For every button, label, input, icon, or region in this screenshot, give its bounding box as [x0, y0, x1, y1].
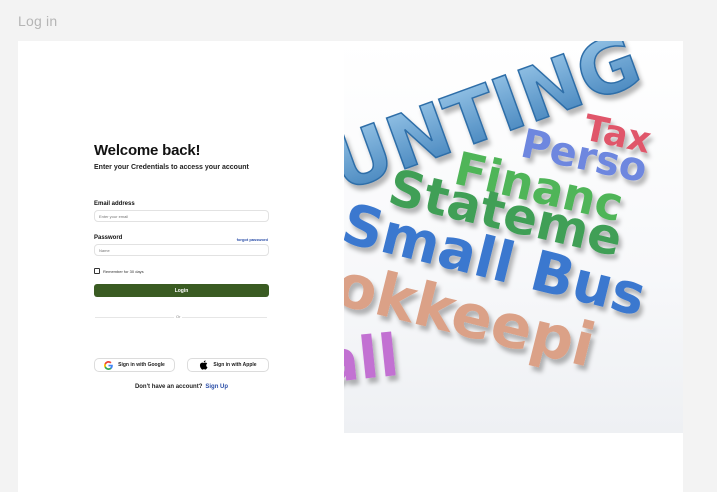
- apple-signin-button[interactable]: Sign in with Apple: [187, 358, 269, 372]
- google-signin-button[interactable]: Sign in with Google: [94, 358, 175, 372]
- remember-row: Remember for 30 days: [94, 268, 144, 274]
- hero-image: UNTING Tax Perso Financ Stateme Small Bu…: [344, 41, 683, 433]
- email-label: Email address: [94, 201, 135, 207]
- signup-link[interactable]: Sign Up: [205, 384, 228, 390]
- email-field[interactable]: [94, 210, 269, 222]
- welcome-subtitle: Enter your Credentials to access your ac…: [94, 164, 249, 171]
- password-label: Password: [94, 235, 123, 241]
- remember-checkbox[interactable]: [94, 268, 100, 274]
- forgot-password-link[interactable]: forgot password: [237, 237, 268, 242]
- signup-row: Don't have an account? Sign Up: [94, 384, 269, 390]
- remember-label: Remember for 30 days: [103, 268, 144, 274]
- apple-icon: [199, 360, 208, 370]
- apple-signin-label: Sign in with Apple: [213, 362, 257, 368]
- google-icon: [104, 360, 113, 370]
- page-label: Log in: [18, 13, 58, 29]
- hero-word-7: all: [344, 321, 402, 397]
- welcome-title: Welcome back!: [94, 142, 201, 159]
- google-signin-label: Sign in with Google: [118, 362, 165, 368]
- login-card: Welcome back! Enter your Credentials to …: [18, 41, 683, 492]
- divider-label: Or: [174, 314, 183, 319]
- accounting-words-illustration: UNTING Tax Perso Financ Stateme Small Bu…: [344, 41, 655, 397]
- password-field[interactable]: [94, 244, 269, 256]
- login-button[interactable]: Login: [94, 284, 269, 297]
- signup-prompt: Don't have an account?: [134, 384, 203, 390]
